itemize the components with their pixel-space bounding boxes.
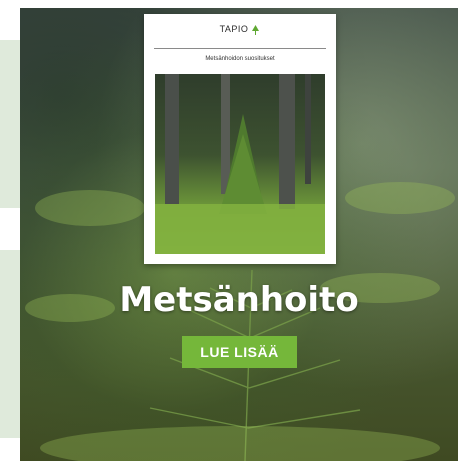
banner-headline: Metsänhoito [119, 280, 359, 320]
read-more-button[interactable]: LUE LISÄÄ [182, 336, 297, 368]
leaf-icon [252, 24, 260, 35]
booklet-brand: TAPIO [144, 24, 336, 35]
divider [154, 48, 326, 49]
forest-photo [155, 74, 325, 254]
brand-name: TAPIO [219, 24, 249, 34]
side-panel-bottom [0, 250, 20, 438]
tree-trunks [155, 74, 325, 254]
booklet-subtitle: Metsänhoidon suositukset [205, 56, 275, 62]
side-panel-top [0, 40, 20, 208]
promo-banner[interactable]: TAPIO Metsänhoidon suositukset Metsänhoi… [20, 8, 458, 461]
booklet-cover: TAPIO Metsänhoidon suositukset [144, 14, 336, 264]
